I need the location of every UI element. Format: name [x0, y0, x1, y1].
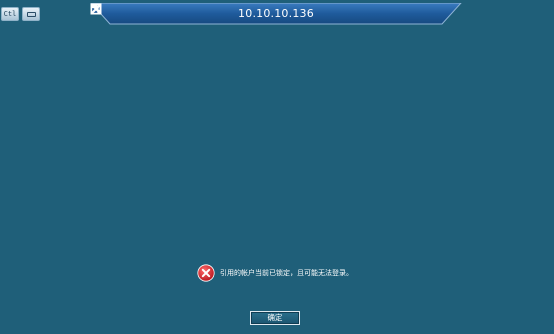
connection-bar[interactable]: 10.10.10.136: [90, 3, 462, 25]
remote-desktop-screen: Ctl 10.10.10.136 引用的帐户当前已锁定，且可能无法登录。 确定: [0, 0, 554, 334]
ok-button[interactable]: 确定: [250, 311, 300, 325]
ctrl-alt-del-label: Ctl: [3, 10, 17, 18]
error-message: 引用的帐户当前已锁定，且可能无法登录。: [220, 269, 353, 277]
ctrl-alt-del-button[interactable]: Ctl: [1, 7, 19, 21]
keyboard-button[interactable]: [22, 7, 40, 21]
close-icon[interactable]: [90, 3, 102, 15]
connection-title: 10.10.10.136: [238, 7, 314, 20]
error-icon: [197, 264, 215, 282]
keyboard-icon: [26, 11, 36, 17]
error-message-row: 引用的帐户当前已锁定，且可能无法登录。: [197, 264, 353, 282]
